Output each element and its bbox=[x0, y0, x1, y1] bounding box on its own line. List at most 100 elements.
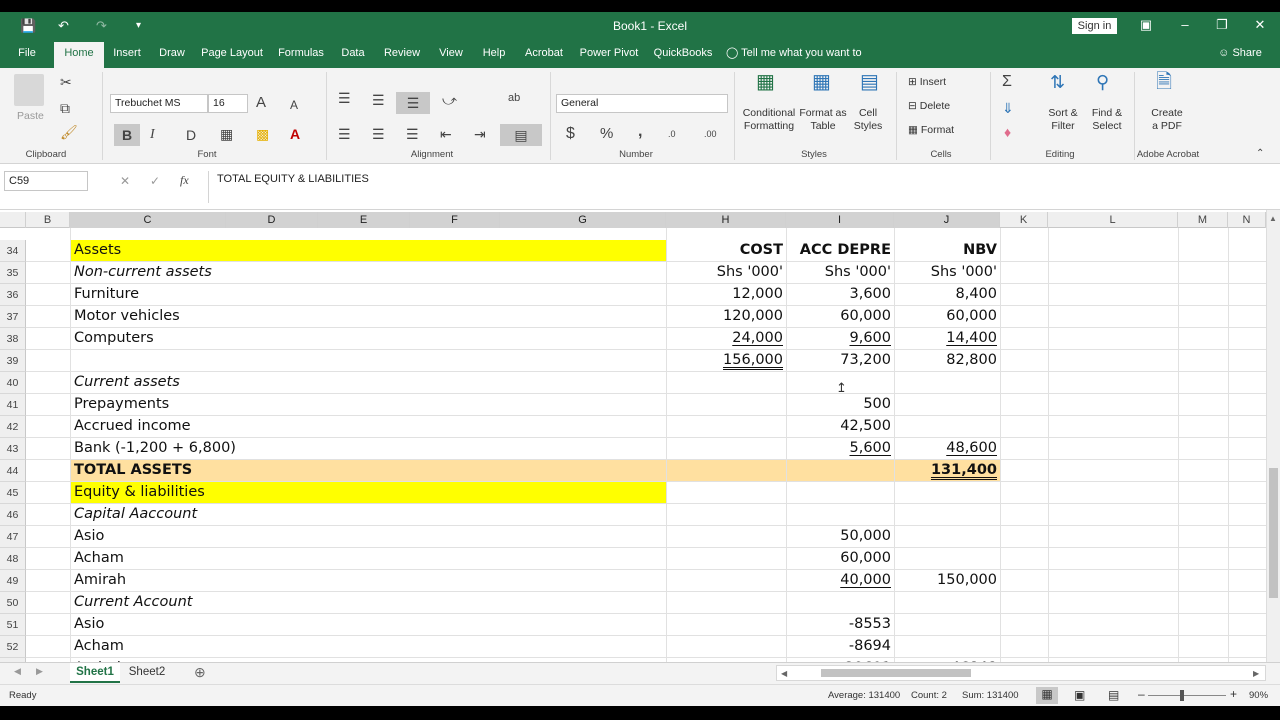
cell-i-38[interactable]: 9,600 bbox=[786, 328, 894, 349]
merge-center-icon[interactable]: ▤ bbox=[500, 124, 542, 146]
cell-c-41[interactable]: Prepayments bbox=[71, 394, 661, 415]
cell-j-44[interactable]: 131,400 bbox=[894, 460, 1000, 481]
sheet-tab-sheet2[interactable]: Sheet2 bbox=[122, 663, 172, 683]
cell-c-34[interactable]: Assets bbox=[71, 240, 661, 261]
paste-icon[interactable] bbox=[14, 74, 44, 106]
clear-icon[interactable]: ♦ bbox=[1004, 124, 1011, 140]
row-header[interactable]: 35 bbox=[0, 262, 26, 284]
format-painter-icon[interactable]: 🖌 bbox=[60, 124, 78, 140]
cancel-icon[interactable]: ✕ bbox=[120, 173, 130, 189]
scroll-right-icon[interactable]: ▶ bbox=[1253, 669, 1259, 678]
find-select-icon[interactable]: ⚲ bbox=[1096, 73, 1109, 91]
row-header[interactable]: 42 bbox=[0, 416, 26, 438]
row-header[interactable]: 43 bbox=[0, 438, 26, 460]
insert-cells-button[interactable]: ⊞ Insert bbox=[908, 76, 946, 89]
cell-i-52[interactable]: -8694 bbox=[786, 636, 894, 657]
customize-quick-access-icon[interactable]: ▾ bbox=[136, 18, 141, 34]
ribbon-display-icon[interactable]: ▣ bbox=[1136, 17, 1156, 33]
fill-icon[interactable]: ⇓ bbox=[1002, 100, 1014, 116]
zoom-slider[interactable] bbox=[1148, 695, 1226, 696]
tab-quickbooks[interactable]: QuickBooks bbox=[650, 42, 716, 68]
collapse-ribbon-icon[interactable]: ⌃ bbox=[1256, 146, 1264, 162]
find-select-button[interactable]: Find & Select bbox=[1088, 107, 1126, 133]
row-header[interactable]: 51 bbox=[0, 614, 26, 636]
align-right-icon[interactable]: ☰ bbox=[406, 126, 419, 142]
column-header-g[interactable]: G bbox=[500, 212, 666, 228]
font-color-icon[interactable]: A bbox=[290, 126, 300, 142]
borders-icon[interactable]: ▦ bbox=[220, 126, 233, 142]
row-header[interactable]: 50 bbox=[0, 592, 26, 614]
comma-style-button[interactable]: , bbox=[638, 124, 642, 140]
row-header[interactable]: 40 bbox=[0, 372, 26, 394]
page-layout-view-icon[interactable]: ▣ bbox=[1074, 688, 1085, 702]
increase-decimal-icon[interactable]: .0 bbox=[668, 126, 676, 142]
number-format-select[interactable]: General bbox=[556, 94, 728, 113]
row-header[interactable]: 49 bbox=[0, 570, 26, 592]
row-header[interactable]: 38 bbox=[0, 328, 26, 350]
sheet-tab-sheet1[interactable]: Sheet1 bbox=[70, 663, 120, 683]
cell-c-49[interactable]: Amirah bbox=[71, 570, 661, 591]
cell-c-47[interactable]: Asio bbox=[71, 526, 661, 547]
horizontal-scroll-thumb[interactable] bbox=[821, 669, 971, 677]
font-size-select[interactable]: 16 bbox=[208, 94, 248, 113]
page-break-view-icon[interactable]: ▤ bbox=[1108, 688, 1119, 702]
cell-h-35[interactable]: Shs '000' bbox=[666, 262, 786, 283]
autosum-icon[interactable]: Σ bbox=[1002, 74, 1012, 90]
cell-c-40[interactable]: Current assets bbox=[71, 372, 661, 393]
column-header-d[interactable]: D bbox=[226, 212, 318, 228]
row-header[interactable]: 41 bbox=[0, 394, 26, 416]
cell-c-42[interactable]: Accrued income bbox=[71, 416, 661, 437]
decrease-indent-icon[interactable]: ⇤ bbox=[440, 126, 452, 142]
cell-i-37[interactable]: 60,000 bbox=[786, 306, 894, 327]
row-header[interactable]: 36 bbox=[0, 284, 26, 306]
cell-c-37[interactable]: Motor vehicles bbox=[71, 306, 661, 327]
cell-j-38[interactable]: 14,400 bbox=[894, 328, 1000, 349]
sign-in-button[interactable]: Sign in bbox=[1072, 18, 1117, 34]
horizontal-scrollbar[interactable]: ◀ ▶ bbox=[776, 665, 1266, 681]
align-center-icon[interactable]: ☰ bbox=[372, 126, 385, 142]
middle-align-icon[interactable]: ☰ bbox=[372, 92, 385, 108]
formula-input[interactable]: TOTAL EQUITY & LIABILITIES bbox=[208, 171, 1268, 203]
close-icon[interactable]: ✕ bbox=[1250, 17, 1270, 33]
column-header-l[interactable]: L bbox=[1048, 212, 1178, 228]
minimize-icon[interactable]: – bbox=[1175, 17, 1195, 32]
tab-insert[interactable]: Insert bbox=[108, 42, 146, 68]
font-name-select[interactable]: Trebuchet MS bbox=[110, 94, 208, 113]
column-header-j[interactable]: J bbox=[894, 212, 1000, 228]
tell-me-search[interactable]: ◯ Tell me what you want to do bbox=[726, 42, 876, 82]
tab-acrobat[interactable]: Acrobat bbox=[520, 42, 568, 68]
zoom-level[interactable]: 90% bbox=[1249, 690, 1268, 701]
name-box[interactable]: C59 bbox=[4, 171, 88, 191]
cell-i-42[interactable]: 42,500 bbox=[786, 416, 894, 437]
redo-icon[interactable]: ↷ bbox=[96, 18, 107, 34]
column-header-e[interactable]: E bbox=[318, 212, 410, 228]
cell-j-35[interactable]: Shs '000' bbox=[894, 262, 1000, 283]
tab-file[interactable]: File bbox=[12, 42, 42, 68]
select-all-corner[interactable] bbox=[0, 212, 26, 228]
conditional-formatting-icon[interactable]: ▦ bbox=[756, 72, 775, 92]
maximize-icon[interactable]: ❐ bbox=[1212, 17, 1232, 33]
zoom-in-icon[interactable]: + bbox=[1230, 687, 1237, 701]
cell-h-37[interactable]: 120,000 bbox=[666, 306, 786, 327]
insert-function-button[interactable]: fx bbox=[180, 172, 189, 188]
save-icon[interactable]: 💾 bbox=[20, 18, 36, 34]
cell-h-34[interactable]: COST bbox=[666, 240, 786, 261]
column-header-n[interactable]: N bbox=[1228, 212, 1266, 228]
column-header-b[interactable]: B bbox=[26, 212, 70, 228]
cell-i-34[interactable]: ACC DEPRE bbox=[786, 240, 894, 261]
zoom-out-icon[interactable]: – bbox=[1138, 687, 1145, 701]
normal-view-icon[interactable]: ▦ bbox=[1036, 687, 1058, 704]
vertical-scroll-thumb[interactable] bbox=[1269, 468, 1278, 598]
decrease-decimal-icon[interactable]: .00 bbox=[704, 126, 717, 142]
column-header-c[interactable]: C bbox=[70, 212, 226, 228]
zoom-slider-thumb[interactable] bbox=[1180, 690, 1184, 701]
cell-j-34[interactable]: NBV bbox=[894, 240, 1000, 261]
conditional-formatting-button[interactable]: Conditional Formatting bbox=[742, 107, 796, 133]
increase-font-icon[interactable]: A bbox=[256, 95, 266, 111]
increase-indent-icon[interactable]: ⇥ bbox=[474, 126, 486, 142]
format-cells-button[interactable]: ▦ Format bbox=[908, 124, 954, 137]
percent-button[interactable]: % bbox=[600, 126, 613, 142]
tab-draw[interactable]: Draw bbox=[154, 42, 190, 68]
cell-j-36[interactable]: 8,400 bbox=[894, 284, 1000, 305]
cell-i-49[interactable]: 40,000 bbox=[786, 570, 894, 591]
